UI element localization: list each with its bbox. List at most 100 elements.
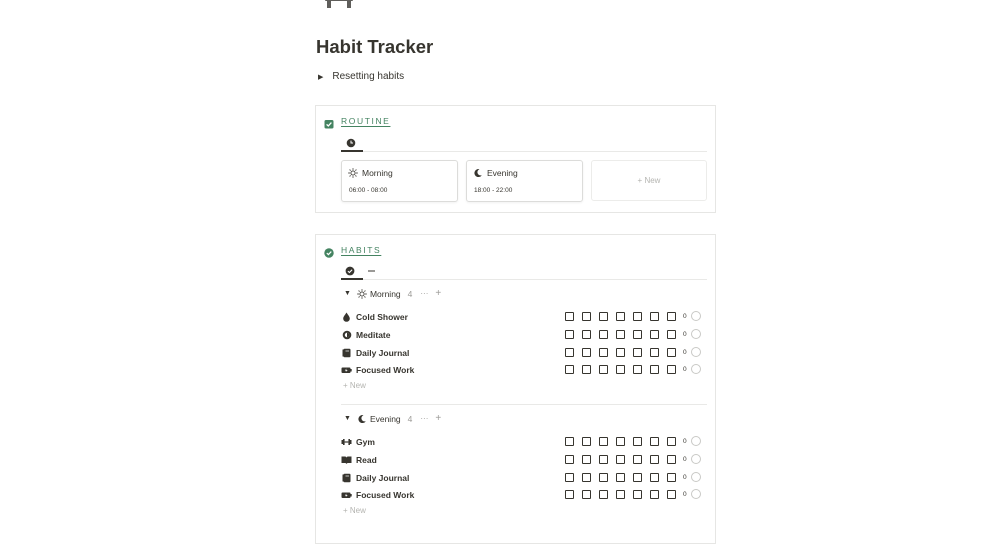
day-checkbox[interactable] [599,490,608,499]
routine-new-card-button[interactable]: + New [591,160,707,201]
moon-icon [473,168,483,178]
tab-unchecked[interactable] [367,263,376,273]
day-checkbox[interactable] [582,490,591,499]
habit-name: Daily Journal [356,347,410,358]
routine-card-time: 18:00 - 22:00 [474,187,513,194]
progress-ring-icon [691,347,701,357]
habit-row[interactable]: Daily Journal 0 [341,471,707,487]
day-checkbox[interactable] [667,330,676,339]
day-checkbox[interactable] [650,312,659,321]
day-checkbox[interactable] [650,437,659,446]
day-checkbox[interactable] [650,490,659,499]
toggle-triangle-icon[interactable]: ▶ [318,73,323,81]
day-checkbox[interactable] [582,437,591,446]
group-divider [341,404,707,405]
habit-row[interactable]: Read 0 [341,453,707,469]
day-checkbox[interactable] [616,490,625,499]
day-checkbox[interactable] [565,455,574,464]
day-checkbox[interactable] [582,473,591,482]
add-item-button[interactable]: + [435,413,441,424]
day-checkbox[interactable] [650,455,659,464]
day-checkbox[interactable] [650,473,659,482]
day-checkbox[interactable] [650,348,659,357]
day-checkbox[interactable] [582,365,591,374]
collapse-triangle-icon[interactable]: ▼ [344,290,351,297]
routine-label[interactable]: ROUTINE [341,116,390,126]
collapse-triangle-icon[interactable]: ▼ [344,415,351,422]
day-checkbox[interactable] [633,312,642,321]
day-checkbox[interactable] [565,348,574,357]
day-checkbox[interactable] [633,437,642,446]
battery-icon [341,364,352,375]
group-header-morning[interactable]: ▼ Morning 4 ··· + [344,288,441,299]
day-checkbox[interactable] [582,312,591,321]
day-checkbox[interactable] [650,365,659,374]
new-habit-button-morning[interactable]: + New [343,381,366,390]
habits-label[interactable]: HABITS [341,245,381,255]
day-checkbox[interactable] [616,330,625,339]
new-habit-button-evening[interactable]: + New [343,506,366,515]
day-checkbox[interactable] [616,455,625,464]
day-checkbox[interactable] [599,312,608,321]
day-checkbox[interactable] [633,490,642,499]
habit-row[interactable]: Focused Work 0 [341,488,707,504]
group-header-evening[interactable]: ▼ Evening 4 ··· + [344,413,441,424]
day-checkbox[interactable] [616,312,625,321]
day-checkbox[interactable] [633,473,642,482]
day-checkbox[interactable] [667,365,676,374]
day-checkbox[interactable] [599,437,608,446]
tab-clock[interactable] [346,135,356,148]
day-checkbox[interactable] [667,437,676,446]
day-checkbox[interactable] [667,490,676,499]
day-checkbox[interactable] [667,455,676,464]
day-checkbox[interactable] [565,365,574,374]
habit-name: Gym [356,436,375,447]
day-checkbox[interactable] [565,490,574,499]
tab-checked[interactable] [345,263,355,276]
dumbbell-icon [341,436,352,447]
day-checkbox[interactable] [633,348,642,357]
habits-header: HABITS [324,245,381,258]
desk-icon[interactable] [322,0,356,8]
day-checkbox[interactable] [582,348,591,357]
day-checkbox[interactable] [667,473,676,482]
resetting-habits-toggle[interactable]: ▶ Resetting habits [318,71,404,82]
day-checkbox[interactable] [582,455,591,464]
day-checkbox[interactable] [599,365,608,374]
day-checkbox[interactable] [599,473,608,482]
routine-card-evening[interactable]: Evening 18:00 - 22:00 [466,160,583,202]
day-checkbox[interactable] [565,473,574,482]
day-checkbox[interactable] [667,312,676,321]
day-checkbox[interactable] [616,437,625,446]
day-checkbox[interactable] [565,437,574,446]
day-checkbox[interactable] [565,330,574,339]
habit-row[interactable]: Meditate 0 [341,328,707,344]
day-checkbox[interactable] [599,348,608,357]
day-checkbox[interactable] [565,312,574,321]
day-checkbox[interactable] [633,365,642,374]
more-options-icon[interactable]: ··· [420,289,428,298]
more-options-icon[interactable]: ··· [420,414,428,423]
day-checkbox[interactable] [599,330,608,339]
day-checkbox[interactable] [650,330,659,339]
habit-score: 0 [683,456,687,463]
sun-icon [357,288,367,299]
day-checkbox[interactable] [616,365,625,374]
add-item-button[interactable]: + [435,288,441,299]
routine-card-morning[interactable]: Morning 06:00 - 08:00 [341,160,458,202]
day-checkbox[interactable] [616,348,625,357]
habit-row[interactable]: Gym 0 [341,435,707,451]
habit-row[interactable]: Cold Shower 0 [341,310,707,326]
habit-row[interactable]: Daily Journal 0 [341,346,707,362]
day-checkbox[interactable] [667,348,676,357]
habit-row[interactable]: Focused Work 0 [341,363,707,379]
habit-name: Meditate [356,329,391,340]
day-checkbox[interactable] [633,330,642,339]
day-checkbox[interactable] [599,455,608,464]
habit-name: Focused Work [356,364,415,375]
day-checkbox[interactable] [616,473,625,482]
day-checkbox[interactable] [633,455,642,464]
habit-name: Read [356,454,377,465]
day-checkbox[interactable] [582,330,591,339]
routine-card-time: 06:00 - 08:00 [349,187,388,194]
